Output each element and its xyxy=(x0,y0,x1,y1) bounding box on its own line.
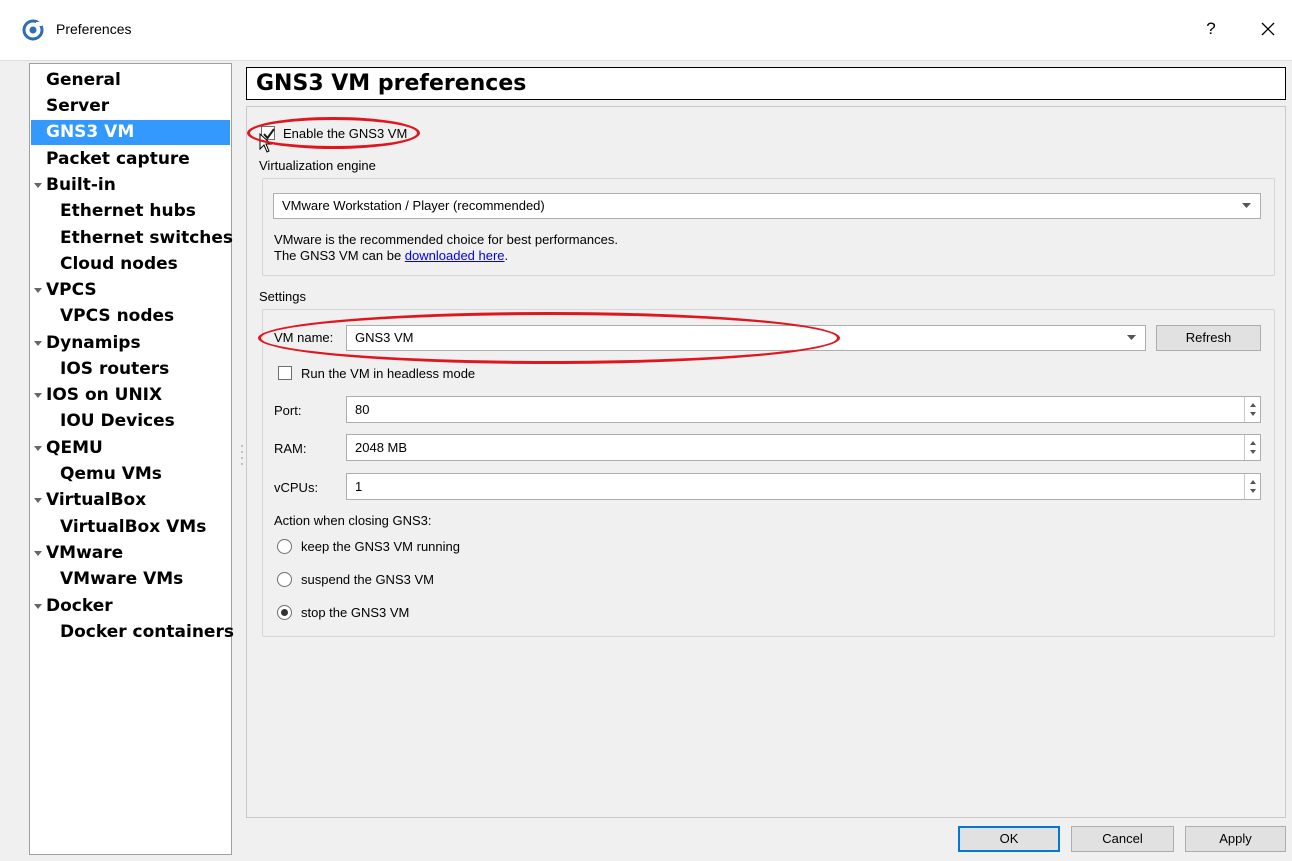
refresh-button[interactable]: Refresh xyxy=(1156,325,1261,351)
radio-suspend-label: suspend the GNS3 VM xyxy=(301,572,434,587)
virtualization-engine-group-label: Virtualization engine xyxy=(259,158,376,173)
headless-mode-checkbox[interactable] xyxy=(278,366,292,380)
radio-keep-running-label: keep the GNS3 VM running xyxy=(301,539,460,554)
tree-item-vpcs-nodes[interactable]: VPCS nodes xyxy=(60,304,174,329)
virtualization-engine-select[interactable]: VMware Workstation / Player (recommended… xyxy=(273,193,1261,219)
tree-item-vmware-vms[interactable]: VMware VMs xyxy=(60,567,183,592)
tree-item-server[interactable]: Server xyxy=(46,94,109,119)
ram-spinbox[interactable]: 2048 MB xyxy=(346,434,1261,461)
radio-keep-running[interactable] xyxy=(277,539,292,554)
vm-name-label: VM name: xyxy=(274,330,334,345)
cancel-button[interactable]: Cancel xyxy=(1071,826,1174,852)
collapse-arrow-icon[interactable] xyxy=(33,173,43,198)
title-bar: Preferences ? xyxy=(0,0,1292,60)
tree-item-built-in[interactable]: Built-in xyxy=(46,173,116,198)
radio-suspend[interactable] xyxy=(277,572,292,587)
port-spinbox[interactable]: 80 xyxy=(346,396,1261,423)
splitter-handle[interactable] xyxy=(240,440,244,470)
tree-item-qemu-vms[interactable]: Qemu VMs xyxy=(60,462,162,487)
collapse-arrow-icon[interactable] xyxy=(33,488,43,513)
tree-item-iou-devices[interactable]: IOU Devices xyxy=(60,409,175,434)
action-on-close-label: Action when closing GNS3: xyxy=(274,513,432,528)
close-icon[interactable] xyxy=(1253,14,1283,44)
ok-button[interactable]: OK xyxy=(958,826,1060,852)
gns3-vm-preferences-page: Enable the GNS3 VM Virtualization engine… xyxy=(246,106,1286,818)
radio-stop-label: stop the GNS3 VM xyxy=(301,605,410,620)
vcpus-spinbox[interactable]: 1 xyxy=(346,473,1261,500)
gns3-app-icon xyxy=(22,19,44,41)
spin-arrows-icon[interactable] xyxy=(1244,474,1260,499)
tree-item-virtualbox-vms[interactable]: VirtualBox VMs xyxy=(60,515,206,540)
tree-item-virtualbox[interactable]: VirtualBox xyxy=(46,488,146,513)
port-label: Port: xyxy=(274,403,302,418)
tree-item-ethernet-hubs[interactable]: Ethernet hubs xyxy=(60,199,196,224)
virtualization-engine-group: VMware Workstation / Player (recommended… xyxy=(262,178,1275,276)
page-title: GNS3 VM preferences xyxy=(256,71,527,96)
chevron-down-icon xyxy=(1242,203,1251,208)
collapse-arrow-icon[interactable] xyxy=(33,594,43,619)
title-bar-divider xyxy=(0,60,1292,61)
tree-item-vmware[interactable]: VMware xyxy=(46,541,123,566)
headless-mode-label: Run the VM in headless mode xyxy=(301,366,476,381)
tree-item-docker-containers[interactable]: Docker containers xyxy=(60,620,234,645)
preferences-tree[interactable]: General Server GNS3 VM Packet capture Bu… xyxy=(29,63,234,855)
spin-arrows-icon[interactable] xyxy=(1244,397,1260,422)
engine-note: VMware is the recommended choice for bes… xyxy=(274,232,618,263)
collapse-arrow-icon[interactable] xyxy=(33,331,43,356)
chevron-down-icon xyxy=(1127,335,1136,340)
page-header: GNS3 VM preferences xyxy=(246,67,1286,100)
collapse-arrow-icon[interactable] xyxy=(33,436,43,461)
mouse-cursor-icon xyxy=(259,133,273,153)
radio-stop[interactable] xyxy=(277,605,292,620)
tree-item-qemu[interactable]: QEMU xyxy=(46,436,103,461)
tree-item-general[interactable]: General xyxy=(46,68,121,93)
tree-item-packet-capture[interactable]: Packet capture xyxy=(46,147,190,172)
collapse-arrow-icon[interactable] xyxy=(33,383,43,408)
tree-item-cloud-nodes[interactable]: Cloud nodes xyxy=(60,252,178,277)
tree-item-gns3-vm[interactable]: GNS3 VM xyxy=(31,120,230,145)
tree-item-dynamips[interactable]: Dynamips xyxy=(46,331,141,356)
vcpus-label: vCPUs: xyxy=(274,480,319,495)
tree-item-ios-routers[interactable]: IOS routers xyxy=(60,357,169,382)
window-title: Preferences xyxy=(56,21,132,37)
vm-name-select[interactable]: GNS3 VM xyxy=(346,325,1146,351)
tree-item-ethernet-switches[interactable]: Ethernet switches xyxy=(60,226,233,251)
ram-label: RAM: xyxy=(274,441,307,456)
download-link[interactable]: downloaded here xyxy=(405,248,505,263)
tree-item-ios-on-unix[interactable]: IOS on UNIX xyxy=(46,383,162,408)
help-button[interactable]: ? xyxy=(1196,14,1226,44)
enable-gns3-vm-label: Enable the GNS3 VM xyxy=(283,126,408,141)
spin-arrows-icon[interactable] xyxy=(1244,435,1260,460)
tree-item-docker[interactable]: Docker xyxy=(46,594,113,619)
settings-group: VM name: GNS3 VM Refresh Run the VM in h… xyxy=(262,309,1275,637)
settings-group-label: Settings xyxy=(259,289,306,304)
tree-item-vpcs[interactable]: VPCS xyxy=(46,278,97,303)
apply-button[interactable]: Apply xyxy=(1185,826,1286,852)
collapse-arrow-icon[interactable] xyxy=(33,541,43,566)
collapse-arrow-icon[interactable] xyxy=(33,278,43,303)
